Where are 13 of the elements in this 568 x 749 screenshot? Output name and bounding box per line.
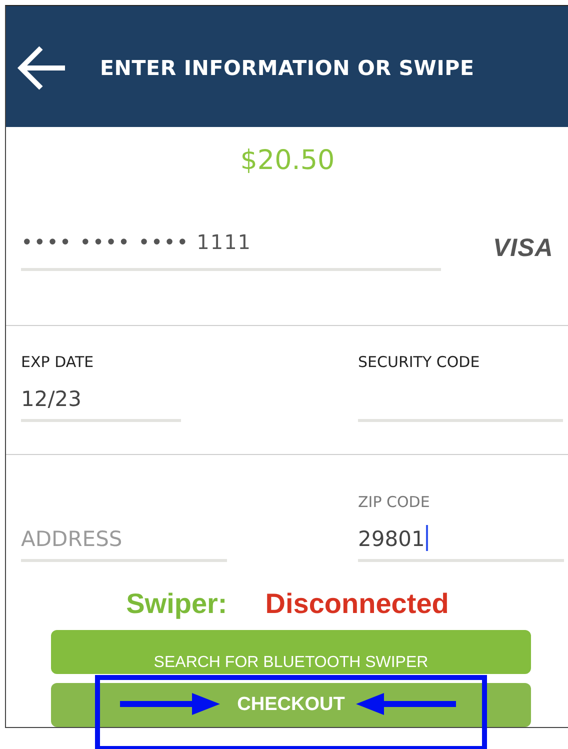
screen-title: ENTER INFORMATION OR SWIPE	[100, 56, 474, 80]
zip-code-field[interactable]: 29801	[358, 521, 564, 562]
field-label: SECURITY CODE	[358, 353, 481, 374]
amount-text: $20.50	[240, 144, 335, 176]
swiper-status: Disconnected	[265, 588, 449, 620]
card-brand-logo: VISA	[493, 234, 554, 263]
arrow-icon	[356, 693, 456, 715]
field-label: ZIP CODE	[358, 493, 431, 514]
field-label: EXP DATE	[21, 353, 95, 374]
exp-date-field[interactable]: 12/23	[21, 381, 181, 422]
swiper-label: Swiper:	[126, 588, 228, 620]
card-number-field[interactable]: •••• •••• •••• 1111	[21, 228, 441, 271]
arrow-icon	[120, 693, 220, 715]
